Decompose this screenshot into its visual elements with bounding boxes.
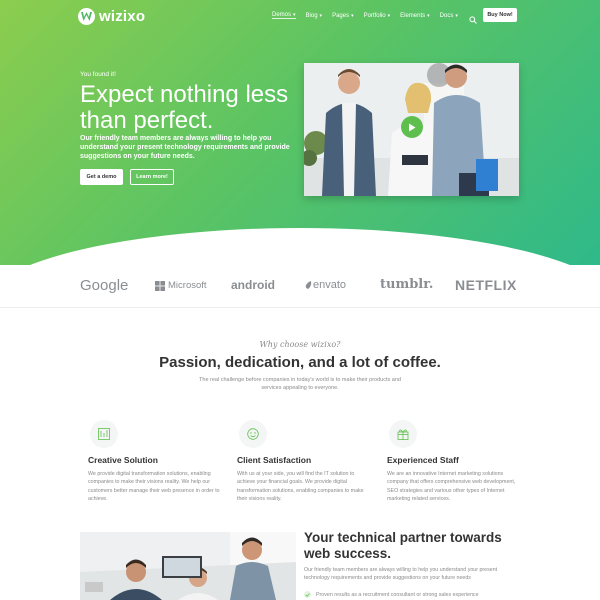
android-logo: android	[231, 278, 275, 292]
feature-card-satisfaction: Client Satisfaction With us at your side…	[237, 420, 372, 503]
chevron-down-icon: ▾	[319, 12, 323, 19]
hero-title: Expect nothing less than perfect.	[80, 81, 289, 134]
chevron-down-icon: ▾	[293, 12, 296, 18]
office-team-photo	[80, 532, 296, 600]
microsoft-icon	[155, 280, 165, 291]
feature-description: We are an innovative Internet marketing …	[387, 471, 516, 502]
menu-item-portfolio[interactable]: Portfolio ▾	[364, 12, 391, 19]
chevron-down-icon: ▾	[427, 12, 430, 19]
chevron-down-icon: ▾	[351, 12, 354, 19]
feature-title: Creative Solution	[88, 455, 158, 465]
search-icon[interactable]	[469, 11, 477, 24]
feature-description: We provide digital transformation soluti…	[88, 471, 220, 502]
envato-label: envato	[313, 279, 347, 291]
hero-lead: Our friendly team members are always wil…	[80, 135, 290, 160]
benefit-text: Proven results as a recruitment consulta…	[316, 591, 479, 598]
brand-logo[interactable]: wizixo	[78, 8, 145, 25]
menu-label: Pages	[332, 12, 350, 19]
logo-mark-icon	[78, 8, 95, 25]
menu-label: Demos	[272, 12, 292, 18]
google-logo: Google	[80, 277, 129, 294]
envato-logo: envato	[305, 279, 346, 291]
microsoft-label: Microsoft	[168, 280, 207, 291]
hero-wave-divider	[0, 228, 600, 265]
brand-name: wizixo	[99, 8, 146, 25]
feature-title: Experienced Staff	[387, 455, 459, 465]
envato-leaf-icon	[305, 281, 312, 289]
menu-label: Elements	[400, 12, 426, 19]
microsoft-logo: Microsoft	[155, 280, 207, 291]
play-icon	[409, 123, 416, 131]
main-menu: Demos ▾ Blog ▾ Pages ▾ Portfolio ▾ Elements ▾…	[272, 12, 458, 19]
section-divider	[0, 307, 600, 308]
chevron-down-icon: ▾	[387, 12, 391, 19]
feature-title: Client Satisfaction	[237, 455, 312, 465]
gift-icon	[389, 420, 417, 448]
menu-item-pages[interactable]: Pages ▾	[332, 12, 354, 19]
menu-label: Blog	[305, 12, 318, 19]
why-eyebrow: Why choose wizixo?	[259, 340, 341, 349]
partner-title: Your technical partner towards web succe…	[304, 530, 502, 561]
menu-label: Docs	[439, 12, 454, 19]
why-subtitle: The real challenge before companies in t…	[199, 377, 401, 391]
get-demo-button[interactable]: Get a demo	[80, 169, 123, 185]
chevron-down-icon: ▾	[455, 12, 458, 19]
feature-description: With us at your side, you will find the …	[237, 471, 364, 502]
video-play-button[interactable]	[401, 116, 423, 138]
top-navbar: wizixo Demos ▾ Blog ▾ Pages ▾ Portfolio ▾ El…	[0, 8, 600, 28]
hero-eyebrow: You found it!	[80, 71, 116, 78]
feature-card-staff: Experienced Staff We are an innovative I…	[387, 420, 522, 503]
menu-item-blog[interactable]: Blog ▾	[306, 12, 323, 19]
client-logos: Google Microsoft android envato tumblr. …	[0, 270, 600, 305]
why-title: Passion, dedication, and a lot of coffee…	[159, 354, 441, 371]
menu-item-elements[interactable]: Elements ▾	[400, 12, 430, 19]
hero-section: wizixo Demos ▾ Blog ▾ Pages ▾ Portfolio ▾ El…	[0, 0, 600, 265]
feature-card-creative: Creative Solution We provide digital tra…	[88, 420, 223, 503]
menu-item-demos[interactable]: Demos ▾	[272, 12, 296, 19]
benefit-list-item: Proven results as a recruitment consulta…	[304, 591, 479, 598]
check-icon	[304, 591, 311, 598]
menu-item-docs[interactable]: Docs ▾	[440, 12, 458, 19]
buy-now-button[interactable]: Buy Now!	[483, 8, 517, 22]
netflix-logo: NETFLIX	[455, 277, 517, 293]
design-icon	[90, 420, 118, 448]
smile-icon	[239, 420, 267, 448]
learn-more-button[interactable]: Learn more!	[130, 169, 174, 185]
tumblr-logo: tumblr.	[380, 277, 434, 292]
partner-description: Our friendly team members are always wil…	[304, 567, 498, 582]
menu-label: Portfolio	[363, 12, 386, 19]
